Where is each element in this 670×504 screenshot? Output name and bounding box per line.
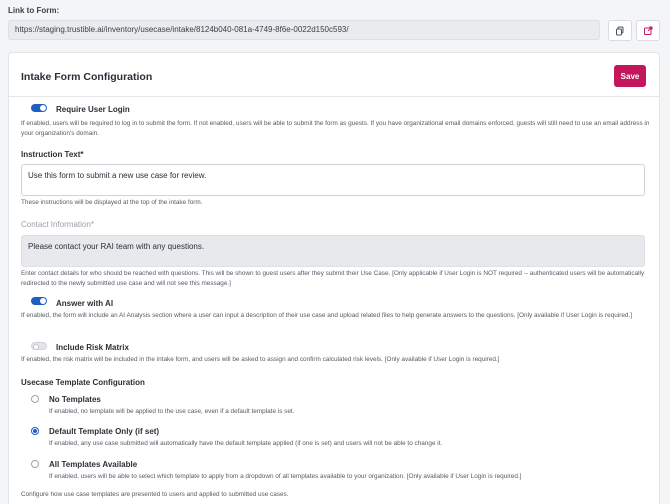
template-config-footer: Configure how use case templates are pre…	[21, 491, 289, 498]
answer-ai-label: Answer with AI	[56, 299, 114, 308]
contact-help: Enter contact details for who should be …	[21, 270, 645, 287]
save-button[interactable]: Save	[614, 65, 646, 87]
default-template-label: Default Template Only (if set)	[49, 427, 160, 436]
template-config-label: Usecase Template Configuration	[21, 378, 145, 387]
copy-icon	[616, 26, 624, 35]
intake-form-card: Intake Form Configuration Save Require U…	[8, 52, 660, 504]
contact-label: Contact Information*	[21, 220, 94, 229]
require-login-help: If enabled, users will be required to lo…	[21, 120, 650, 137]
page-title: Intake Form Configuration	[21, 71, 153, 83]
default-template-help: If enabled, any use case submitted will …	[49, 440, 443, 447]
divider	[9, 96, 659, 97]
radio-no-templates[interactable]	[31, 395, 39, 403]
copy-link-button[interactable]	[608, 20, 632, 41]
risk-matrix-label: Include Risk Matrix	[56, 343, 129, 352]
require-login-toggle[interactable]	[31, 104, 47, 112]
open-link-button[interactable]	[636, 20, 660, 41]
link-label: Link to Form:	[8, 6, 60, 15]
require-login-label: Require User Login	[56, 105, 130, 114]
instruction-label: Instruction Text*	[21, 150, 84, 159]
instruction-help: These instructions will be displayed at …	[21, 199, 203, 206]
answer-ai-toggle[interactable]	[31, 297, 47, 305]
contact-textarea: Please contact your RAI team with any qu…	[21, 235, 645, 267]
answer-ai-help: If enabled, the form will include an AI …	[21, 312, 633, 319]
no-templates-help: If enabled, no template will be applied …	[49, 408, 295, 415]
risk-matrix-help: If enabled, the risk matrix will be incl…	[21, 356, 500, 363]
instruction-textarea[interactable]: Use this form to submit a new use case f…	[21, 164, 645, 196]
form-link-field[interactable]: https://staging.trustible.ai/inventory/u…	[8, 20, 600, 40]
radio-all-templates[interactable]	[31, 460, 39, 468]
all-templates-label: All Templates Available	[49, 460, 138, 469]
risk-matrix-toggle[interactable]	[31, 342, 47, 350]
radio-default-template[interactable]	[31, 427, 39, 435]
no-templates-label: No Templates	[49, 395, 101, 404]
all-templates-help: If enabled, users will be able to select…	[49, 473, 522, 480]
external-link-icon	[644, 26, 653, 35]
